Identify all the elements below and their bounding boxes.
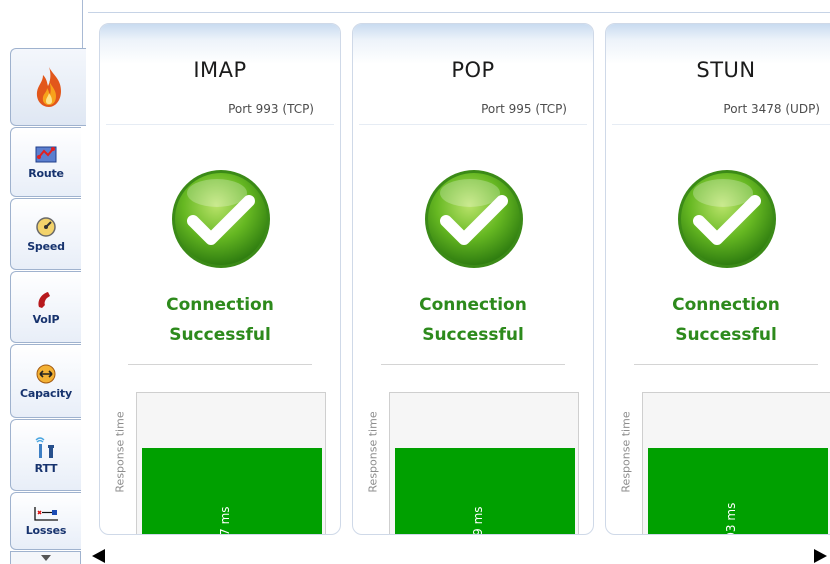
status-line-1: Connection [419,295,527,315]
tab-losses-label: Losses [25,523,67,537]
rtt-antenna-icon [34,436,58,460]
card-port: Port 995 (TCP) [481,102,567,116]
tab-voip-label: VoIP [32,312,60,326]
losses-graph-icon [33,506,59,522]
flame-icon [31,65,67,109]
card-title: POP [451,58,495,82]
tab-rtt-label: RTT [34,461,58,475]
status-line-1: Connection [672,295,780,315]
tab-firewall[interactable] [10,48,86,126]
check-success-icon [675,167,779,275]
status-line-2: Successful [675,325,777,345]
scroll-left-arrow-icon[interactable] [92,549,105,563]
divider [381,364,565,365]
tab-speed-label: Speed [27,239,65,253]
tab-route-label: Route [28,166,64,180]
connection-status: Connection Successful [606,290,830,350]
phone-handset-icon [35,289,57,311]
tab-losses[interactable]: Losses [10,492,81,550]
status-line-2: Successful [169,325,271,345]
response-time-bar: 103 ms [648,448,828,534]
response-time-axis-label: Response time [113,411,127,493]
tabs-scroll-down-button[interactable] [10,551,81,564]
divider [359,124,587,125]
check-success-icon [422,167,526,275]
divider [128,364,312,365]
connection-status: Connection Successful [353,290,593,350]
tab-voip[interactable]: VoIP [10,271,81,343]
tab-speed[interactable]: Speed [10,198,81,270]
connection-status: Connection Successful [100,290,340,350]
tab-rtt[interactable]: RTT [10,419,81,491]
protocol-card-pop: POP Port 995 (TCP) Connection Successful… [352,23,594,535]
status-line-1: Connection [166,295,274,315]
card-port: Port 993 (TCP) [228,102,314,116]
divider [106,124,334,125]
protocol-card-imap: IMAP Port 993 (TCP) Connection Successfu… [99,23,341,535]
response-time-axis-label: Response time [619,411,633,493]
card-port: Port 3478 (UDP) [723,102,820,116]
card-title: STUN [696,58,756,82]
response-time-chart: 77 ms [136,392,326,534]
tab-route[interactable]: Route [10,127,81,197]
speedometer-icon [35,216,57,238]
chevron-down-icon [40,555,51,561]
status-line-2: Successful [422,325,524,345]
response-time-bar: 89 ms [395,448,575,534]
tab-capacity[interactable]: Capacity [10,344,81,418]
protocol-card-stun: STUN Port 3478 (UDP) Connection Successf… [605,23,830,535]
response-time-axis-label: Response time [366,411,380,493]
horizontal-scroller [88,548,830,564]
divider [634,364,818,365]
response-time-chart: 89 ms [389,392,579,534]
capacity-arrows-icon [35,363,57,385]
divider [612,124,830,125]
sidebar: Route Speed VoIP Capacity RTT Losses [0,0,88,564]
check-success-icon [169,167,273,275]
response-time-chart: 103 ms [642,392,830,534]
tab-capacity-label: Capacity [20,386,72,400]
main-panel: IMAP Port 993 (TCP) Connection Successfu… [88,0,830,564]
response-time-bar: 77 ms [142,448,322,534]
scroll-right-arrow-icon[interactable] [814,549,827,563]
cards-track: IMAP Port 993 (TCP) Connection Successfu… [88,0,830,548]
route-map-icon [35,145,57,165]
card-title: IMAP [193,58,247,82]
